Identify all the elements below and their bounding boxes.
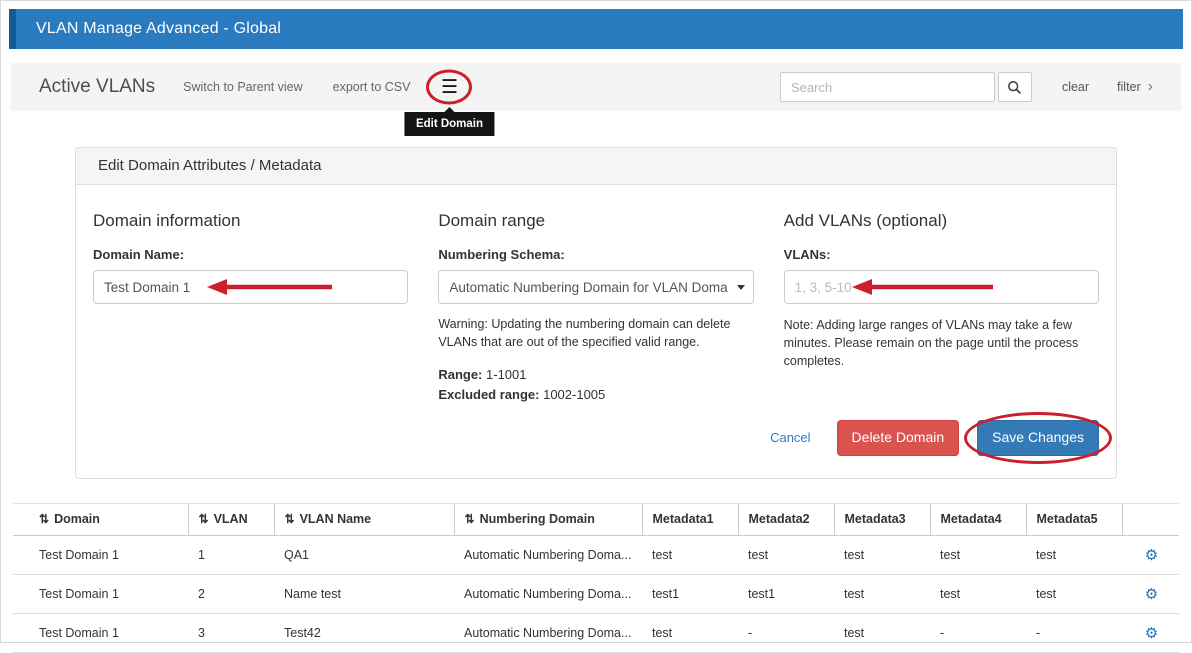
sort-icon: ⇅ <box>285 512 295 526</box>
cell-vlan-name: Name test <box>274 574 454 613</box>
cell-metadata3: test <box>834 535 930 574</box>
domain-range-section: Domain range Numbering Schema: Automatic… <box>438 201 753 404</box>
cell-metadata5: test <box>1026 535 1122 574</box>
cell-vlan: 2 <box>188 574 274 613</box>
vlans-input[interactable] <box>784 270 1099 304</box>
excluded-range-line: Excluded range: 1002-1005 <box>438 385 753 405</box>
cancel-button[interactable]: Cancel <box>770 430 810 445</box>
hamburger-menu-icon[interactable]: ☰ <box>441 78 458 97</box>
range-warning-text: Warning: Updating the numbering domain c… <box>438 316 753 351</box>
column-header-metadata2: Metadata2 <box>738 503 834 535</box>
column-header-vlan-name[interactable]: ⇅VLAN Name <box>274 503 454 535</box>
vlan-table: ⇅Domain ⇅VLAN ⇅VLAN Name ⇅Numbering Doma… <box>13 503 1179 653</box>
panel-title: Edit Domain Attributes / Metadata <box>76 148 1116 185</box>
cell-metadata4: test <box>930 574 1026 613</box>
save-changes-button[interactable]: Save Changes <box>977 420 1099 456</box>
add-vlans-heading: Add VLANs (optional) <box>784 211 1099 231</box>
table-header-row: ⇅Domain ⇅VLAN ⇅VLAN Name ⇅Numbering Doma… <box>13 503 1179 535</box>
domain-information-heading: Domain information <box>93 211 408 231</box>
sort-icon: ⇅ <box>39 512 49 526</box>
range-value: 1-1001 <box>486 367 526 382</box>
cell-numbering-domain: Automatic Numbering Doma... <box>454 613 642 652</box>
cell-domain: Test Domain 1 <box>13 574 188 613</box>
switch-to-parent-view-link[interactable]: Switch to Parent view <box>183 80 303 94</box>
cell-metadata3: test <box>834 574 930 613</box>
sort-icon: ⇅ <box>465 512 475 526</box>
cell-domain: Test Domain 1 <box>13 535 188 574</box>
gear-icon[interactable]: ⚙ <box>1145 586 1158 603</box>
toolbar: Active VLANs Switch to Parent view expor… <box>11 63 1181 111</box>
column-header-metadata5: Metadata5 <box>1026 503 1122 535</box>
cell-vlan-name: QA1 <box>274 535 454 574</box>
cell-metadata2: test1 <box>738 574 834 613</box>
page-title: VLAN Manage Advanced - Global <box>16 20 281 38</box>
table-row: Test Domain 1 1 QA1 Automatic Numbering … <box>13 535 1179 574</box>
numbering-schema-value: Automatic Numbering Domain for VLAN Doma <box>449 280 728 295</box>
toolbar-right-group: clear filter › <box>780 72 1153 102</box>
range-label: Range: <box>438 367 482 382</box>
cell-domain: Test Domain 1 <box>13 613 188 652</box>
column-header-metadata4: Metadata4 <box>930 503 1026 535</box>
column-header-actions <box>1122 503 1179 535</box>
column-header-metadata1: Metadata1 <box>642 503 738 535</box>
column-header-numbering-domain[interactable]: ⇅Numbering Domain <box>454 503 642 535</box>
cell-vlan-name: Test42 <box>274 613 454 652</box>
cell-metadata4: test <box>930 535 1026 574</box>
cell-metadata1: test <box>642 613 738 652</box>
sort-icon: ⇅ <box>199 512 209 526</box>
delete-domain-button[interactable]: Delete Domain <box>837 420 960 456</box>
cell-metadata5: - <box>1026 613 1122 652</box>
cell-metadata2: test <box>738 535 834 574</box>
active-vlans-heading: Active VLANs <box>39 76 155 98</box>
excluded-range-label: Excluded range: <box>438 387 539 402</box>
domain-name-label: Domain Name: <box>93 247 408 262</box>
numbering-schema-label: Numbering Schema: <box>438 247 753 262</box>
filter-label: filter <box>1117 80 1141 94</box>
export-to-csv-link[interactable]: export to CSV <box>333 80 411 94</box>
search-button[interactable] <box>998 72 1032 102</box>
edit-domain-menu[interactable]: ☰ Edit Domain <box>436 78 462 97</box>
table-row: Test Domain 1 3 Test42 Automatic Numberi… <box>13 613 1179 652</box>
filter-link[interactable]: filter › <box>1117 79 1153 95</box>
cell-metadata5: test <box>1026 574 1122 613</box>
cell-vlan: 1 <box>188 535 274 574</box>
search-icon <box>1007 80 1022 95</box>
vlans-note-text: Note: Adding large ranges of VLANs may t… <box>784 317 1089 370</box>
add-vlans-section: Add VLANs (optional) VLANs: Note: Adding… <box>784 201 1099 404</box>
table-row: Test Domain 1 2 Name test Automatic Numb… <box>13 574 1179 613</box>
cell-numbering-domain: Automatic Numbering Doma... <box>454 535 642 574</box>
numbering-schema-select[interactable]: Automatic Numbering Domain for VLAN Doma <box>438 270 753 304</box>
column-header-vlan[interactable]: ⇅VLAN <box>188 503 274 535</box>
search-input[interactable] <box>780 72 995 102</box>
cell-metadata4: - <box>930 613 1026 652</box>
gear-icon[interactable]: ⚙ <box>1145 547 1158 564</box>
app-header: VLAN Manage Advanced - Global <box>9 9 1183 49</box>
column-header-metadata3: Metadata3 <box>834 503 930 535</box>
cell-metadata3: test <box>834 613 930 652</box>
cell-vlan: 3 <box>188 613 274 652</box>
edit-domain-tooltip: Edit Domain <box>405 112 494 136</box>
gear-icon[interactable]: ⚙ <box>1145 625 1158 642</box>
range-line: Range: 1-1001 <box>438 365 753 385</box>
panel-body: Domain information Domain Name: Domain r… <box>76 185 1116 478</box>
excluded-range-value: 1002-1005 <box>543 387 605 402</box>
column-header-domain[interactable]: ⇅Domain <box>13 503 188 535</box>
panel-actions: Cancel Delete Domain Save Changes <box>93 420 1099 456</box>
vlans-label: VLANs: <box>784 247 1099 262</box>
domain-range-heading: Domain range <box>438 211 753 231</box>
domain-name-input[interactable] <box>93 270 408 304</box>
cell-metadata1: test1 <box>642 574 738 613</box>
cell-metadata1: test <box>642 535 738 574</box>
clear-link[interactable]: clear <box>1062 80 1089 94</box>
edit-domain-panel: Edit Domain Attributes / Metadata Domain… <box>75 147 1117 479</box>
cell-metadata2: - <box>738 613 834 652</box>
cell-numbering-domain: Automatic Numbering Doma... <box>454 574 642 613</box>
chevron-right-icon: › <box>1148 79 1153 95</box>
caret-down-icon <box>737 285 745 290</box>
domain-information-section: Domain information Domain Name: <box>93 201 408 404</box>
